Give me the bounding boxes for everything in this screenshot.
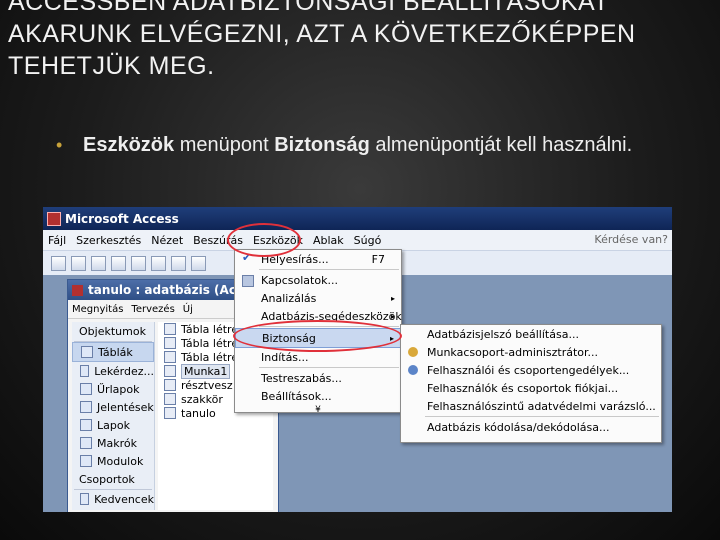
object-modules[interactable]: Modulok [72, 452, 154, 470]
open-folder-icon[interactable] [71, 255, 86, 271]
menu-help[interactable]: Súgó [349, 234, 387, 247]
menu-item-options[interactable]: Beállítások... [235, 387, 401, 405]
macro-icon [80, 437, 92, 449]
menu-window[interactable]: Ablak [308, 234, 349, 247]
object-queries[interactable]: Lekérdez... [72, 362, 154, 380]
workgroup-icon [408, 347, 418, 357]
wizard-icon [164, 337, 176, 349]
object-pages[interactable]: Lapok [72, 416, 154, 434]
module-icon [80, 455, 92, 467]
database-icon [72, 284, 83, 296]
design-button[interactable]: Tervezés [131, 304, 174, 315]
objects-header: Objektumok [74, 322, 152, 342]
relationships-icon [242, 275, 254, 287]
app-title: Microsoft Access [65, 211, 179, 226]
slide-title: ACCESSBEN ADATBIZTONSÁGI BEÁLLÍTÁSOKAT A… [8, 0, 712, 82]
table-icon [164, 365, 176, 377]
submenu-item-set-password[interactable]: Adatbázisjelszó beállítása... [401, 325, 661, 343]
highlight-circle-tools [227, 223, 301, 257]
menu-expand-chevron-icon[interactable]: ¥ [235, 405, 401, 415]
groups-header: Csoportok [74, 470, 152, 490]
highlight-circle-security [233, 320, 402, 352]
submenu-item-accounts[interactable]: Felhasználók és csoportok fiókjai... [401, 379, 661, 397]
access-screenshot: Microsoft Access Fájl Szerkesztés Nézet … [43, 207, 672, 512]
new-button[interactable]: Új [183, 304, 193, 315]
query-icon [80, 365, 90, 377]
menu-separator [259, 367, 399, 368]
object-macros[interactable]: Makrók [72, 434, 154, 452]
submenu-arrow-icon: ▸ [390, 311, 395, 321]
access-app-icon [47, 211, 61, 226]
wizard-icon [164, 351, 176, 363]
menu-separator [259, 269, 399, 270]
menu-view[interactable]: Nézet [146, 234, 188, 247]
submenu-item-permissions[interactable]: Felhasználói és csoportengedélyek... [401, 361, 661, 379]
table-icon [164, 407, 176, 419]
submenu-item-workgroup-admin[interactable]: Munkacsoport-adminisztrátor... [401, 343, 661, 361]
favorites-icon [80, 493, 90, 505]
object-reports[interactable]: Jelentések [72, 398, 154, 416]
object-tables[interactable]: Táblák [72, 342, 154, 362]
menu-item-customize[interactable]: Testreszabás... [235, 369, 401, 387]
title-line-2: AKARUNK ELVÉGEZNI, AZT A KÖVETKEZŐKÉPPEN [8, 20, 636, 48]
table-icon [164, 393, 176, 405]
print-icon[interactable] [111, 255, 126, 271]
title-line-1: ACCESSBEN ADATBIZTONSÁGI BEÁLLÍTÁSOKAT [8, 0, 610, 16]
spelling-icon[interactable] [151, 255, 166, 271]
preview-icon[interactable] [131, 255, 146, 271]
menu-item-relationships[interactable]: Kapcsolatok... [235, 271, 401, 289]
menu-edit[interactable]: Szerkesztés [71, 234, 146, 247]
cut-icon[interactable] [171, 255, 186, 271]
menu-bar: Fájl Szerkesztés Nézet Beszúrás Eszközök… [43, 230, 672, 251]
page-icon [80, 419, 92, 431]
app-titlebar: Microsoft Access [43, 207, 672, 230]
title-line-3: TEHETJÜK MEG. [8, 52, 215, 80]
table-icon [164, 379, 176, 391]
bullet-dot-icon: • [56, 135, 63, 155]
bullet-point: • Eszközök menüpont Biztonság almenüpont… [56, 131, 696, 160]
menu-item-analyze[interactable]: Analizálás ▸ [235, 289, 401, 307]
table-icon [81, 346, 93, 358]
object-forms[interactable]: Űrlapok [72, 380, 154, 398]
bullet-text: Eszközök menüpont Biztonság almenüpontjá… [83, 134, 633, 156]
menu-separator [425, 416, 659, 417]
open-button[interactable]: Megnyitás [72, 304, 123, 315]
report-icon [80, 401, 92, 413]
security-submenu: Adatbázisjelszó beállítása... Munkacsopo… [400, 324, 662, 443]
objects-pane: Objektumok Táblák Lekérdez... Űrlapok Je… [72, 322, 155, 510]
submenu-arrow-icon: ▸ [390, 293, 395, 303]
save-icon[interactable] [91, 255, 106, 271]
help-search-box[interactable]: Kérdése van? [594, 233, 668, 246]
form-icon [80, 383, 92, 395]
group-favorites[interactable]: Kedvencek [72, 490, 154, 508]
users-icon [408, 365, 418, 375]
new-file-icon[interactable] [51, 255, 66, 271]
menu-file[interactable]: Fájl [43, 234, 71, 247]
copy-icon[interactable] [191, 255, 206, 271]
submenu-item-security-wizard[interactable]: Felhasználószintű adatvédelmi varázsló..… [401, 397, 661, 415]
submenu-item-encode-decode[interactable]: Adatbázis kódolása/dekódolása... [401, 418, 661, 436]
wizard-icon [164, 323, 176, 335]
